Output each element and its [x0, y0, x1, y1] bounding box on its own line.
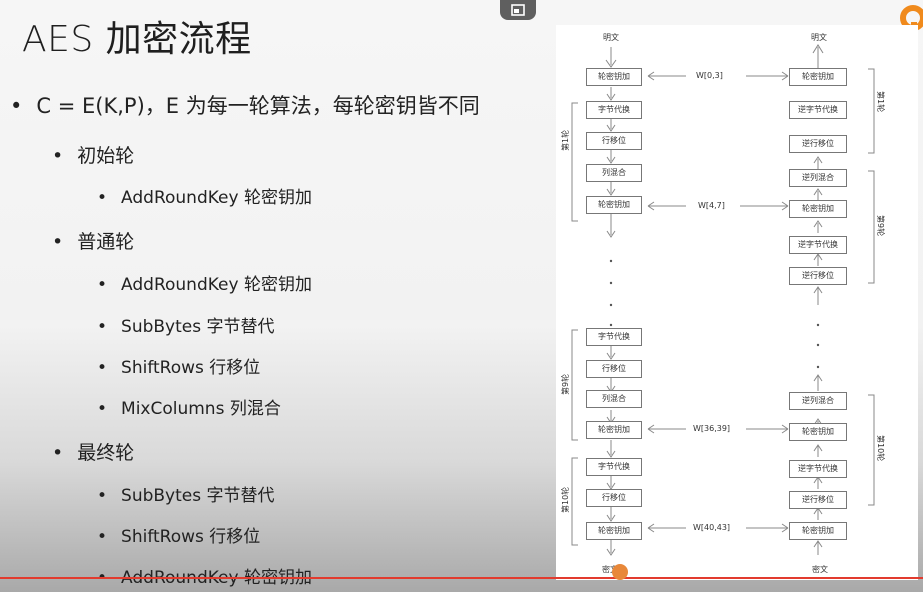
key-label-w0-3: W[0,3] [696, 71, 723, 80]
pointer-cursor [612, 564, 628, 580]
round-label-left-9: 第9轮 [561, 373, 570, 395]
right-plaintext-label: 明文 [811, 33, 827, 42]
round-label-right-9: 第9轮 [876, 215, 885, 237]
bullet-final-subbytes: • SubBytes 字节替代 [97, 486, 275, 506]
right-box-invsubbytes-2: 逆字节代换 [789, 236, 847, 254]
screen-toggle-icon [511, 4, 525, 16]
aes-flow-diagram: 明文 明文 密文 密文 轮密钥加 字节代换 行移位 列混合 轮密钥加 字节代换 … [556, 25, 918, 580]
bullet-normal-round: • 普通轮 [52, 231, 135, 253]
round-label-right-1: 第1轮 [876, 91, 885, 113]
right-ciphertext-label: 密文 [812, 565, 828, 574]
bullet-initial-addroundkey: • AddRoundKey 轮密钥加 [97, 188, 312, 208]
right-box-addroundkey-9: 轮密钥加 [789, 423, 847, 441]
bullet-normal-subbytes: • SubBytes 字节替代 [97, 317, 275, 337]
right-box-addroundkey-10: 轮密钥加 [789, 522, 847, 540]
left-box-mixcolumns-9: 列混合 [586, 390, 642, 408]
bullet-normal-mixcolumns: • MixColumns 列混合 [97, 399, 281, 419]
round-label-left-10: 第10轮 [561, 486, 570, 513]
bullet-normal-addroundkey: • AddRoundKey 轮密钥加 [97, 275, 312, 295]
round-label-left-1: 第1轮 [561, 129, 570, 151]
bullet-normal-shiftrows: • ShiftRows 行移位 [97, 358, 261, 378]
bullet-main: • C = E(K,P)，E 为每一轮算法，每轮密钥皆不同 [10, 94, 480, 118]
left-box-addroundkey-2: 轮密钥加 [586, 196, 642, 214]
right-box-invshiftrows-1: 逆行移位 [789, 135, 847, 153]
right-box-invsubbytes-1: 逆字节代换 [789, 101, 847, 119]
bullet-final-addroundkey: •AddRoundKey 轮密钥加 [97, 568, 312, 588]
right-box-invmixcolumns-1: 逆列混合 [789, 169, 847, 187]
left-plaintext-label: 明文 [603, 33, 619, 42]
left-box-subbytes-1: 字节代换 [586, 101, 642, 119]
left-box-shiftrows-1: 行移位 [586, 132, 642, 150]
bullet-final-round: • 最终轮 [52, 442, 135, 464]
screen-toggle-button[interactable] [500, 0, 536, 20]
bullet-final-shiftrows: • ShiftRows 行移位 [97, 527, 261, 547]
left-box-shiftrows-9: 行移位 [586, 360, 642, 378]
progress-line [0, 577, 923, 579]
left-box-shiftrows-10: 行移位 [586, 489, 642, 507]
round-label-right-10: 第10轮 [876, 435, 885, 462]
right-box-addroundkey-2: 轮密钥加 [789, 200, 847, 218]
left-box-addroundkey-10: 轮密钥加 [586, 522, 642, 540]
key-label-w40-43: W[40,43] [693, 523, 731, 532]
right-box-invshiftrows-2: 逆行移位 [789, 267, 847, 285]
right-box-invshiftrows-10: 逆行移位 [789, 491, 847, 509]
slide-title: AES 加密流程 [22, 19, 252, 60]
key-label-w36-39: W[36,39] [693, 424, 731, 433]
key-label-w4-7: W[4,7] [698, 201, 725, 210]
left-box-subbytes-10: 字节代换 [586, 458, 642, 476]
left-box-subbytes-9: 字节代换 [586, 328, 642, 346]
right-box-invsubbytes-10: 逆字节代换 [789, 460, 847, 478]
left-box-addroundkey-1: 轮密钥加 [586, 68, 642, 86]
left-box-mixcolumns-1: 列混合 [586, 164, 642, 182]
right-box-invmixcolumns-9: 逆列混合 [789, 392, 847, 410]
left-box-addroundkey-9: 轮密钥加 [586, 421, 642, 439]
bullet-initial-round: • 初始轮 [52, 145, 135, 167]
right-box-addroundkey-1: 轮密钥加 [789, 68, 847, 86]
